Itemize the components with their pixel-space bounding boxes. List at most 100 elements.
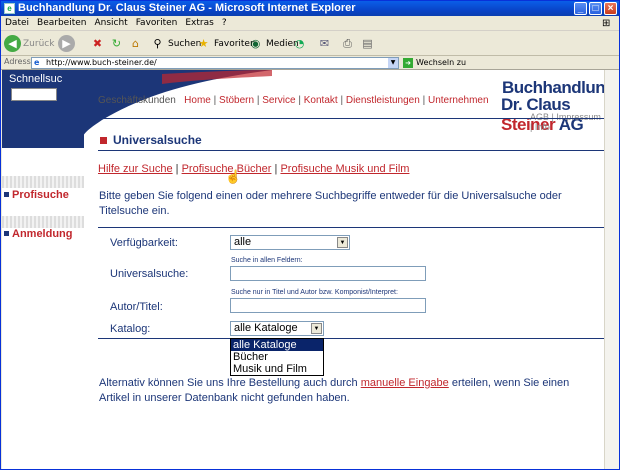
separator: | bbox=[422, 95, 426, 106]
quick-search-input[interactable] bbox=[11, 88, 57, 101]
footer-links[interactable]: AGB | Impressum | Info bbox=[530, 112, 604, 132]
mail-button[interactable]: ✉ bbox=[316, 33, 335, 54]
bullet-icon bbox=[4, 192, 9, 198]
address-url: http://www.buch-steiner.de/ bbox=[46, 58, 157, 67]
separator: | bbox=[256, 95, 260, 106]
availability-value: alle bbox=[234, 236, 252, 248]
window-title: Buchhandlung Dr. Claus Steiner AG - Micr… bbox=[18, 2, 356, 14]
alt-pre: Alternativ können Sie uns Ihre Bestellun… bbox=[99, 377, 361, 389]
page-content: Schnellsuche Profisuche Anmeldung Geschä… bbox=[2, 70, 604, 469]
search-button[interactable]: ⚲ Suchen bbox=[149, 33, 201, 54]
menu-help[interactable]: ? bbox=[218, 16, 231, 31]
topnav-home[interactable]: Home bbox=[184, 95, 211, 106]
address-dropdown-icon[interactable]: ▼ bbox=[388, 58, 398, 68]
universal-input[interactable] bbox=[230, 266, 426, 281]
back-label: Zurück bbox=[23, 38, 55, 49]
page-icon: e bbox=[34, 58, 40, 67]
go-button[interactable]: ➜ Wechseln zu bbox=[403, 57, 466, 69]
address-bar: Adresse e http://www.buch-steiner.de/▼ ➜ W… bbox=[1, 56, 619, 70]
menu-datei[interactable]: Datei bbox=[1, 16, 33, 31]
topnav-service[interactable]: Service bbox=[262, 95, 295, 106]
divider bbox=[98, 118, 604, 119]
search-links: Hilfe zur Suche | Profisuche Bücher | Pr… bbox=[98, 163, 410, 175]
autor-input[interactable] bbox=[230, 298, 426, 313]
maximize-button[interactable]: □ bbox=[589, 2, 602, 15]
refresh-button[interactable]: ↻ bbox=[108, 33, 127, 54]
katalog-select[interactable]: alle Kataloge ▼ bbox=[230, 321, 324, 336]
ie-icon: e bbox=[4, 3, 15, 14]
form-bottom-rule bbox=[98, 338, 604, 339]
sidebar-anmeldung-label: Anmeldung bbox=[12, 228, 73, 240]
page-title: Universalsuche bbox=[100, 133, 202, 147]
stop-icon: ✖ bbox=[92, 37, 103, 50]
alternative-text: Alternativ können Sie uns Ihre Bestellun… bbox=[99, 376, 599, 406]
sidebar-profisuche-label: Profisuche bbox=[12, 189, 69, 201]
nav-strip bbox=[2, 216, 84, 228]
hand-cursor-icon: ☝ bbox=[225, 169, 242, 184]
katalog-option-musik[interactable]: Musik und Film bbox=[231, 363, 323, 375]
link-hilfe[interactable]: Hilfe zur Suche bbox=[98, 163, 173, 175]
separator: | bbox=[213, 95, 217, 106]
intro-text: Bitte geben Sie folgend einen oder mehre… bbox=[99, 190, 562, 217]
print-button[interactable]: ⎙ bbox=[339, 33, 358, 54]
back-arrow-icon: ◀ bbox=[4, 35, 21, 52]
stop-button[interactable]: ✖ bbox=[89, 33, 108, 54]
availability-select[interactable]: alle ▼ bbox=[230, 235, 350, 250]
katalog-label: Katalog: bbox=[110, 323, 151, 335]
katalog-option-alle[interactable]: alle Kataloge bbox=[231, 339, 323, 351]
topnav-unternehmen[interactable]: Unternehmen bbox=[428, 95, 489, 106]
menu-extras[interactable]: Extras bbox=[181, 16, 217, 31]
topnav-kontakt[interactable]: Kontakt bbox=[304, 95, 338, 106]
form-top-rule bbox=[98, 227, 604, 228]
top-nav: Geschäftskunden Home | Stöbern | Service… bbox=[98, 95, 489, 106]
search-icon: ⚲ bbox=[153, 37, 162, 50]
chevron-down-icon: ▼ bbox=[311, 323, 322, 334]
address-input[interactable]: e http://www.buch-steiner.de/ ▼ bbox=[31, 57, 399, 69]
separator: | bbox=[340, 95, 344, 106]
menu-bearbeiten[interactable]: Bearbeiten bbox=[33, 16, 90, 31]
refresh-icon: ↻ bbox=[111, 37, 122, 50]
katalog-option-buecher[interactable]: Bücher bbox=[231, 351, 323, 363]
minimize-button[interactable]: _ bbox=[574, 2, 587, 15]
availability-label: Verfügbarkeit: bbox=[110, 237, 178, 249]
katalog-value: alle Kataloge bbox=[234, 322, 298, 334]
autor-hint: Suche nur in Titel und Autor bzw. Kompon… bbox=[231, 289, 398, 296]
forward-arrow-icon: ▶ bbox=[58, 35, 75, 52]
menu-bar: Datei Bearbeiten Ansicht Favoriten Extras? bbox=[1, 16, 619, 31]
topnav-dienstleistungen[interactable]: Dienstleistungen bbox=[346, 95, 420, 106]
close-button[interactable]: × bbox=[604, 2, 617, 15]
title-bar: e Buchhandlung Dr. Claus Steiner AG - Mi… bbox=[1, 1, 619, 16]
go-label: Wechseln zu bbox=[416, 58, 467, 67]
mail-icon: ✉ bbox=[319, 37, 330, 50]
media-icon: ◉ bbox=[250, 37, 261, 50]
topnav-business[interactable]: Geschäftskunden bbox=[98, 95, 176, 106]
browser-window: e Buchhandlung Dr. Claus Steiner AG - Mi… bbox=[0, 0, 620, 470]
topnav-stoebern[interactable]: Stöbern bbox=[219, 95, 254, 106]
history-icon: ◔ bbox=[294, 37, 305, 50]
edit-button[interactable]: ▤ bbox=[359, 33, 378, 54]
link-profisuche-musik[interactable]: Profisuche Musik und Film bbox=[280, 163, 409, 175]
menu-ansicht[interactable]: Ansicht bbox=[90, 16, 131, 31]
menu-favoriten[interactable]: Favoriten bbox=[132, 16, 182, 31]
printer-icon: ⎙ bbox=[343, 37, 352, 50]
vertical-scrollbar[interactable] bbox=[604, 70, 619, 469]
back-button[interactable]: ◀ Zurück bbox=[4, 33, 54, 54]
link-manuelle-eingabe[interactable]: manuelle Eingabe bbox=[361, 377, 449, 389]
bullet-icon bbox=[100, 137, 107, 145]
home-icon: ⌂ bbox=[132, 37, 139, 50]
home-button[interactable]: ⌂ bbox=[127, 33, 146, 54]
page-title-text: Universalsuche bbox=[113, 133, 202, 147]
go-arrow-icon: ➜ bbox=[403, 58, 413, 68]
forward-button[interactable]: ▶ bbox=[58, 33, 77, 54]
sidebar-item-profisuche[interactable]: Profisuche bbox=[2, 189, 69, 201]
windows-logo-icon: ⊞ bbox=[602, 18, 611, 29]
sidebar-item-anmeldung[interactable]: Anmeldung bbox=[2, 228, 73, 240]
nav-strip bbox=[2, 176, 84, 188]
edit-icon: ▤ bbox=[362, 37, 373, 50]
history-button[interactable]: ◔ bbox=[291, 33, 310, 54]
katalog-dropdown-list: alle Kataloge Bücher Musik und Film bbox=[230, 338, 324, 376]
star-icon: ★ bbox=[198, 37, 209, 50]
bullet-icon bbox=[4, 231, 9, 237]
toolbar: ◀ Zurück ▶ ✖ ↻ ⌂ ⚲ Suchen ★ Favoriten ◉ Medi… bbox=[1, 31, 619, 56]
separator: | bbox=[298, 95, 301, 106]
